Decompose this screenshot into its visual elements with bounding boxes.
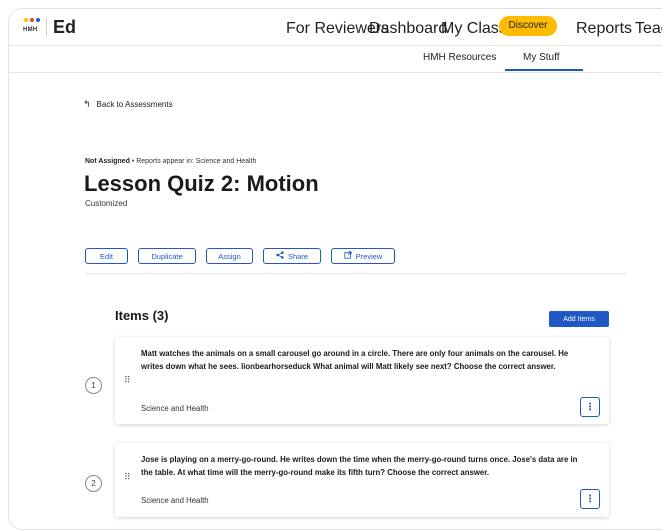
app-window: HMH Ed For Reviewers Dashboard My Classe… <box>8 8 662 530</box>
item-number-1: 1 <box>85 377 102 394</box>
app-name: Ed <box>53 16 77 37</box>
item-subject: Science and Health <box>141 496 209 505</box>
hmh-logo-icon: HMH <box>23 16 41 38</box>
status-text: Not Assigned <box>85 158 130 165</box>
nav-teacher[interactable]: Teache <box>635 20 662 38</box>
nav-reports[interactable]: Reports <box>576 20 632 38</box>
item-card-2[interactable]: ⠿ Jose is playing on a merry-go-round. H… <box>115 443 609 517</box>
add-items-button[interactable]: Add Items <box>549 311 609 327</box>
subnav-my-stuff[interactable]: My Stuff <box>523 52 560 63</box>
item-number-2: 2 <box>85 475 102 492</box>
duplicate-button[interactable]: Duplicate <box>138 248 196 264</box>
sub-nav-bar: HMH Resources My Stuff <box>9 46 662 73</box>
edit-button[interactable]: Edit <box>85 248 128 264</box>
action-toolbar: Edit Duplicate Assign Share Preview <box>85 248 395 264</box>
assign-button[interactable]: Assign <box>206 248 253 264</box>
external-preview-icon <box>344 251 352 261</box>
drag-handle-icon[interactable]: ⠿ <box>124 473 131 482</box>
customized-label: Customized <box>85 199 128 208</box>
nav-discover[interactable]: Discover <box>499 16 557 36</box>
items-heading: Items (3) <box>115 308 169 323</box>
kebab-menu-icon[interactable]: ⋮ <box>580 489 600 509</box>
reports-note: • Reports appear in: Science and Health <box>131 158 257 165</box>
logo-divider <box>46 18 47 36</box>
item-card-1[interactable]: ⠿ Matt watches the animals on a small ca… <box>115 337 609 424</box>
preview-button[interactable]: Preview <box>331 248 395 264</box>
nav-dashboard[interactable]: Dashboard <box>369 20 447 38</box>
section-divider <box>85 273 627 274</box>
back-arrow-icon: ↰ <box>83 99 91 109</box>
active-tab-indicator <box>505 69 583 71</box>
share-button[interactable]: Share <box>263 248 321 264</box>
back-to-assessments-link[interactable]: ↰ Back to Assessments <box>83 99 173 110</box>
page-title: Lesson Quiz 2: Motion <box>84 171 319 196</box>
item-question-text: Matt watches the animals on a small caro… <box>141 349 569 371</box>
share-icon <box>276 251 284 261</box>
subnav-hmh-resources[interactable]: HMH Resources <box>423 52 496 63</box>
assessment-status: Not Assigned • Reports appear in: Scienc… <box>85 158 256 165</box>
item-subject: Science and Health <box>141 404 209 413</box>
top-nav-bar: HMH Ed For Reviewers Dashboard My Classe… <box>9 9 662 46</box>
back-link-label: Back to Assessments <box>96 100 173 109</box>
kebab-menu-icon[interactable]: ⋮ <box>580 397 600 417</box>
item-question-text: Jose is playing on a merry-go-round. He … <box>141 455 578 477</box>
logo[interactable]: HMH Ed <box>23 16 76 38</box>
drag-handle-icon[interactable]: ⠿ <box>124 376 131 385</box>
